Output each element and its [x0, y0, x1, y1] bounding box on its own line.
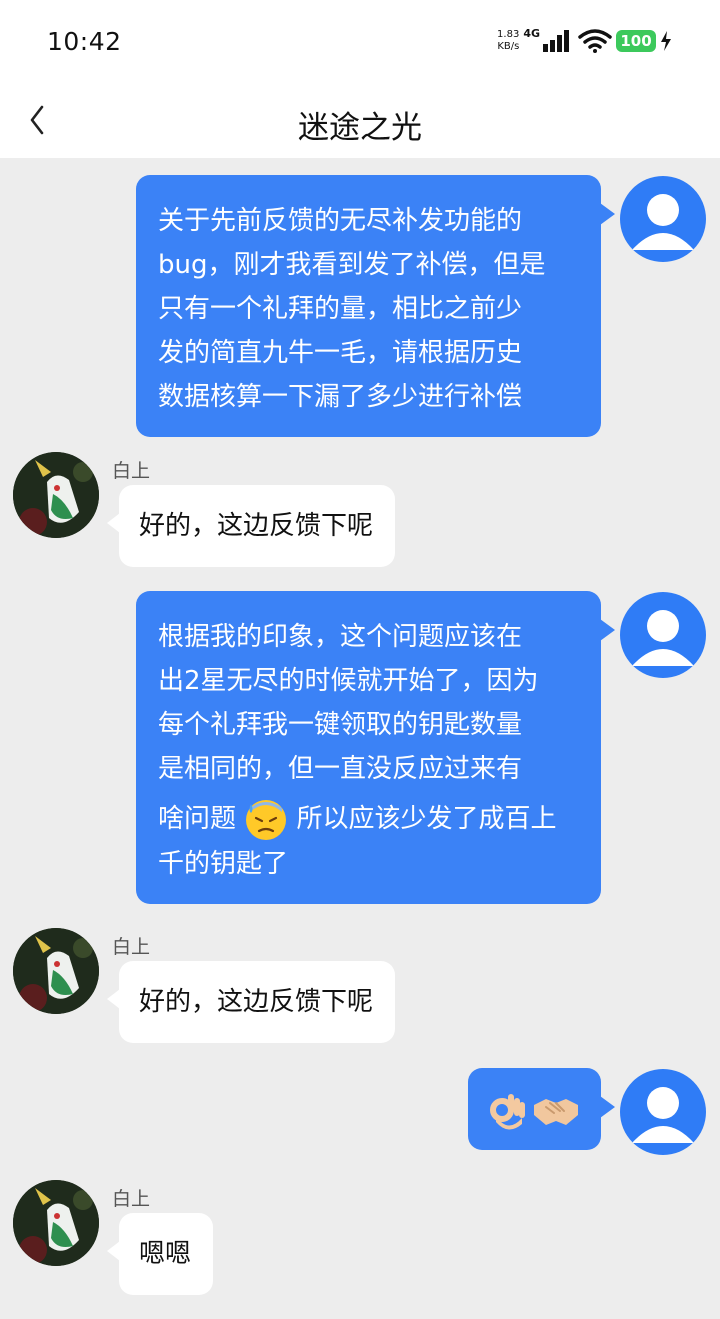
status-icons: 1.83 KB/s 4G 100	[497, 24, 672, 58]
message-text-segment: 啥问题	[158, 804, 237, 834]
status-time: 10:42	[47, 27, 122, 56]
default-user-icon	[632, 1087, 694, 1143]
message-line: 根据我的印象，这个问题应该在	[158, 622, 523, 652]
message-line: 出2星无尽的时候就开始了，因为	[158, 666, 539, 696]
battery-icon: 100	[616, 30, 656, 52]
character-avatar-image	[13, 928, 99, 1014]
network-speed-unit: KB/s	[497, 41, 520, 52]
ok-hand-emoji	[490, 1094, 525, 1130]
my-avatar[interactable]	[620, 176, 706, 262]
my-emoji-message-bubble[interactable]	[468, 1068, 615, 1150]
message-text-segment: 所以应该少发了成百上	[296, 804, 557, 834]
my-message-bubble[interactable]: 根据我的印象，这个问题应该在 出2星无尽的时候就开始了，因为 每个礼拜我一键领取…	[136, 591, 615, 904]
default-user-icon	[632, 610, 694, 666]
character-avatar-image	[13, 452, 99, 538]
sender-name: 白上	[112, 460, 151, 482]
network-speed-value: 1.83	[497, 29, 520, 40]
character-avatar-image	[13, 1180, 99, 1266]
network-type: 4G	[523, 26, 540, 40]
default-user-icon	[632, 194, 694, 250]
contact-avatar[interactable]	[13, 452, 99, 538]
message-line: 数据核算一下漏了多少进行补偿	[158, 382, 523, 412]
message-line: 只有一个礼拜的量，相比之前少	[158, 294, 523, 324]
message-line: 关于先前反馈的无尽补发功能的	[158, 206, 523, 236]
charging-icon	[661, 31, 671, 51]
network-speed: 1.83 KB/s	[497, 29, 519, 53]
message-line: bug，刚才我看到发了补偿，但是	[158, 250, 546, 280]
message-line: 发的简直九牛一毛，请根据历史	[158, 338, 523, 368]
signal-icon	[543, 30, 569, 52]
battery-level: 100	[620, 32, 652, 50]
contact-avatar[interactable]	[13, 1180, 99, 1266]
contact-message-bubble[interactable]: 好的，这边反馈下呢	[106, 485, 396, 567]
my-message-bubble[interactable]: 关于先前反馈的无尽补发功能的 bug，刚才我看到发了补偿，但是 只有一个礼拜的量…	[136, 175, 615, 437]
message-line: 是相同的，但一直没反应过来有	[158, 754, 523, 784]
downcast-face-with-sweat-emoji	[246, 799, 287, 840]
wifi-icon	[578, 29, 612, 53]
sender-name: 白上	[112, 1188, 151, 1210]
message-line: 啥问题 所以应该少发了成百上	[158, 797, 581, 842]
sender-name: 白上	[112, 936, 151, 958]
message-text: 好的，这边反馈下呢	[139, 511, 374, 541]
message-line: 每个礼拜我一键领取的钥匙数量	[158, 710, 523, 740]
contact-avatar[interactable]	[13, 928, 99, 1014]
message-line: 千的钥匙了	[158, 848, 289, 879]
status-bar: 10:42 1.83 KB/s 4G 100	[0, 0, 720, 80]
contact-message-bubble[interactable]: 好的，这边反馈下呢	[106, 961, 396, 1043]
my-avatar[interactable]	[620, 592, 706, 678]
message-list[interactable]: 关于先前反馈的无尽补发功能的 bug，刚才我看到发了补偿，但是 只有一个礼拜的量…	[0, 158, 720, 1319]
my-avatar[interactable]	[620, 1069, 706, 1155]
contact-message-bubble[interactable]: 嗯嗯	[106, 1213, 214, 1295]
handshake-emoji	[534, 1099, 578, 1125]
chat-header: 迷途之光	[0, 80, 720, 158]
message-text: 嗯嗯	[139, 1239, 192, 1269]
message-text: 好的，这边反馈下呢	[139, 987, 374, 1017]
chat-title: 迷途之光	[298, 110, 422, 146]
